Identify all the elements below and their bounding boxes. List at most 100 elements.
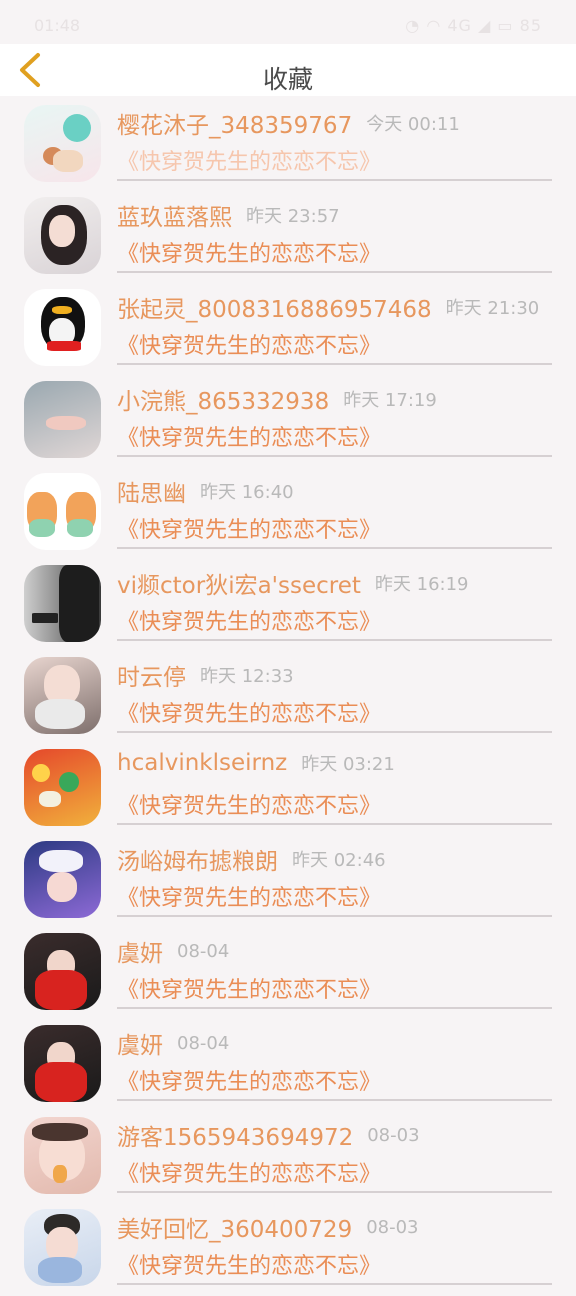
avatar[interactable] [24, 381, 101, 458]
avatar-art [34, 969, 87, 1010]
list-item[interactable]: 樱花沐子_348359767 今天 00:11 《快穿贺先生的恋恋不忘》 [0, 100, 576, 192]
avatar[interactable] [24, 565, 101, 642]
user-name[interactable]: 陆思幽 [117, 481, 186, 507]
user-name[interactable]: 虞妍 [117, 1033, 163, 1059]
avatar-art [31, 1123, 88, 1142]
avatar-art [51, 305, 72, 314]
book-title[interactable]: 《快穿贺先生的恋恋不忘》 [117, 880, 381, 912]
divider [117, 823, 552, 825]
divider [117, 455, 552, 457]
divider [117, 639, 552, 641]
avatar-art [28, 519, 55, 538]
status-bar: 01:48 ◔ ◠ 4G ◢ ▭ 85 [0, 0, 576, 44]
timestamp: 昨天 23:57 [246, 206, 340, 227]
book-title[interactable]: 《快穿贺先生的恋恋不忘》 [117, 328, 381, 360]
book-title[interactable]: 《快穿贺先生的恋恋不忘》 [117, 512, 381, 544]
timestamp: 今天 00:11 [366, 114, 460, 135]
user-name[interactable]: 小浣熊_865332938 [117, 389, 329, 415]
list-item[interactable]: 蓝玖蓝落熙 昨天 23:57 《快穿贺先生的恋恋不忘》 [0, 192, 576, 284]
avatar-art [37, 1256, 82, 1283]
book-title[interactable]: 《快穿贺先生的恋恋不忘》 [117, 144, 381, 176]
avatar[interactable] [24, 105, 101, 182]
user-name[interactable]: 美好回忆_360400729 [117, 1217, 352, 1243]
book-title[interactable]: 《快穿贺先生的恋恋不忘》 [117, 696, 381, 728]
timestamp: 08-03 [366, 1216, 419, 1238]
user-name[interactable]: 时云停 [117, 665, 186, 691]
list-item[interactable]: 游客1565943694972 08-03 《快穿贺先生的恋恋不忘》 [0, 1112, 576, 1204]
page-title: 收藏 [262, 65, 313, 94]
avatar-art [67, 519, 94, 538]
book-title[interactable]: 《快穿贺先生的恋恋不忘》 [117, 972, 381, 1004]
avatar[interactable] [24, 841, 101, 918]
timestamp: 昨天 16:19 [374, 574, 469, 595]
avatar[interactable] [24, 749, 101, 826]
timestamp: 08-04 [177, 1032, 230, 1054]
timestamp: 昨天 02:46 [292, 850, 386, 871]
timestamp: 08-03 [367, 1124, 420, 1146]
book-title[interactable]: 《快穿贺先生的恋恋不忘》 [117, 236, 381, 268]
book-title[interactable]: 《快穿贺先生的恋恋不忘》 [117, 788, 381, 820]
divider [117, 271, 552, 273]
timestamp: 昨天 03:21 [301, 754, 395, 775]
divider [117, 731, 552, 733]
user-name[interactable]: 蓝玖蓝落熙 [117, 205, 232, 231]
avatar-art [45, 415, 86, 430]
divider [117, 547, 552, 549]
list-item[interactable]: vi𫖯ctor狄i宏a'ssecret 昨天 16:19 《快穿贺先生的恋恋不忘》 [0, 560, 576, 652]
header: 收藏 [0, 44, 576, 96]
timestamp: 昨天 21:30 [445, 298, 540, 319]
avatar[interactable] [24, 289, 101, 366]
user-name[interactable]: 张起灵_8008316886957468 [117, 297, 432, 323]
list-item[interactable]: 时云停 昨天 12:33 《快穿贺先生的恋恋不忘》 [0, 652, 576, 744]
avatar-art [34, 1061, 87, 1102]
user-name[interactable]: hcalvinklseirnz [117, 750, 287, 776]
user-name[interactable]: 虞妍 [117, 941, 163, 967]
timestamp: 昨天 12:33 [200, 666, 294, 687]
avatar-art [31, 764, 50, 783]
avatar-art [53, 1164, 68, 1183]
avatar[interactable] [24, 1117, 101, 1194]
divider [117, 1283, 552, 1285]
user-name[interactable]: 汤峪姆布摅粮朗 [117, 849, 278, 875]
list-item[interactable]: 虞妍 08-04 《快穿贺先生的恋恋不忘》 [0, 928, 576, 1020]
avatar[interactable] [24, 933, 101, 1010]
divider [117, 363, 552, 365]
avatar-art [47, 871, 78, 902]
list-item[interactable]: 小浣熊_865332938 昨天 17:19 《快穿贺先生的恋恋不忘》 [0, 376, 576, 468]
avatar-art [58, 565, 99, 642]
user-name[interactable]: 游客1565943694972 [117, 1125, 353, 1151]
timestamp: 08-04 [177, 940, 230, 962]
list-item[interactable]: 美好回忆_360400729 08-03 《快穿贺先生的恋恋不忘》 [0, 1204, 576, 1296]
list-item[interactable]: 张起灵_8008316886957468 昨天 21:30 《快穿贺先生的恋恋不忘… [0, 284, 576, 376]
book-title[interactable]: 《快穿贺先生的恋恋不忘》 [117, 1248, 381, 1280]
avatar[interactable] [24, 657, 101, 734]
avatar[interactable] [24, 197, 101, 274]
book-title[interactable]: 《快穿贺先生的恋恋不忘》 [117, 1064, 381, 1096]
avatar-art [48, 215, 75, 248]
avatar-art [58, 772, 79, 793]
status-time: 01:48 [34, 16, 81, 35]
book-title[interactable]: 《快穿贺先生的恋恋不忘》 [117, 420, 381, 452]
user-name[interactable]: vi𫖯ctor狄i宏a'ssecret [117, 573, 361, 599]
timestamp: 昨天 17:19 [343, 390, 437, 411]
list-item[interactable]: 汤峪姆布摅粮朗 昨天 02:46 《快穿贺先生的恋恋不忘》 [0, 836, 576, 928]
divider [117, 1099, 552, 1101]
avatar[interactable] [24, 1025, 101, 1102]
divider [117, 915, 552, 917]
avatar[interactable] [24, 473, 101, 550]
avatar-art [47, 341, 82, 352]
avatar-art [31, 612, 58, 623]
list-item[interactable]: hcalvinklseirnz 昨天 03:21 《快穿贺先生的恋恋不忘》 [0, 744, 576, 836]
favorites-list: 樱花沐子_348359767 今天 00:11 《快穿贺先生的恋恋不忘》 蓝玖蓝落… [0, 100, 576, 1296]
divider [117, 1191, 552, 1193]
book-title[interactable]: 《快穿贺先生的恋恋不忘》 [117, 604, 381, 636]
book-title[interactable]: 《快穿贺先生的恋恋不忘》 [117, 1156, 381, 1188]
user-name[interactable]: 樱花沐子_348359767 [117, 113, 352, 139]
list-item[interactable]: 虞妍 08-04 《快穿贺先生的恋恋不忘》 [0, 1020, 576, 1112]
avatar-art [34, 699, 85, 730]
divider [117, 1007, 552, 1009]
avatar[interactable] [24, 1209, 101, 1286]
list-item[interactable]: 陆思幽 昨天 16:40 《快穿贺先生的恋恋不忘》 [0, 468, 576, 560]
status-indicators: ◔ ◠ 4G ◢ ▭ 85 [405, 16, 542, 35]
avatar-art [39, 850, 84, 873]
